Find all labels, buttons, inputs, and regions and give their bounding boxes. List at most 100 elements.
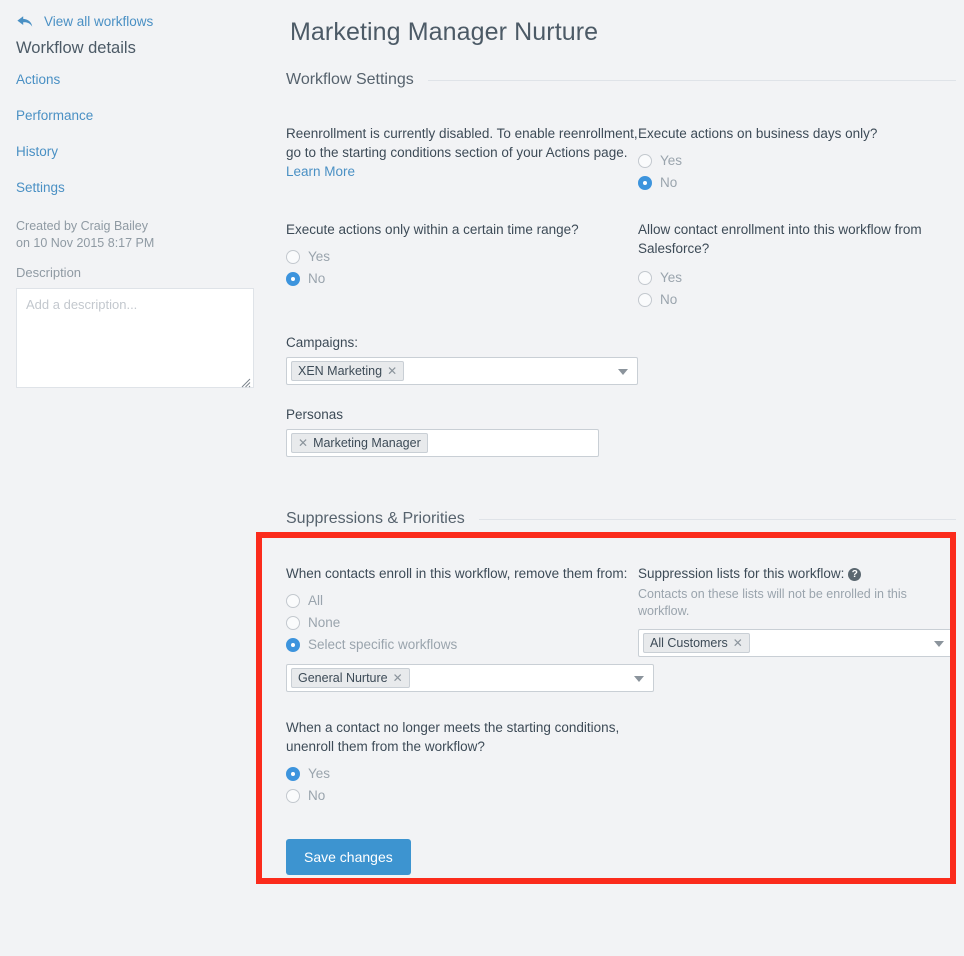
settings-row-1: Reenrollment is currently disabled. To e… (268, 124, 964, 194)
unenroll-option-yes[interactable]: Yes (286, 763, 638, 785)
chevron-down-icon (934, 641, 944, 647)
remove-from-specific-label: Select specific workflows (308, 637, 458, 652)
specific-workflows-select[interactable]: General Nurture ✕ (286, 664, 654, 692)
personas-row: Personas ✕ Marketing Manager (268, 407, 964, 457)
radio-icon-selected[interactable] (286, 272, 300, 286)
business-days-block: Execute actions on business days only? Y… (638, 124, 954, 194)
reenrollment-text: Reenrollment is currently disabled. To e… (286, 124, 638, 181)
radio-icon[interactable] (638, 293, 652, 307)
salesforce-radio-group: Yes No (638, 267, 954, 311)
remove-from-radio-group: All None Select specific workflows (286, 590, 638, 656)
save-changes-button[interactable]: Save changes (286, 839, 411, 875)
suppression-list-token[interactable]: All Customers ✕ (643, 633, 750, 653)
business-days-yes-label: Yes (660, 153, 683, 168)
footer-actions: Save changes (268, 839, 964, 875)
reenrollment-block: Reenrollment is currently disabled. To e… (286, 124, 638, 194)
settings-row-2: Execute actions only within a certain ti… (268, 220, 964, 311)
business-days-option-yes[interactable]: Yes (638, 150, 954, 172)
time-range-option-no[interactable]: No (286, 268, 638, 290)
chevron-down-icon (634, 676, 644, 682)
unenroll-block: When a contact no longer meets the start… (286, 718, 638, 807)
radio-icon-selected[interactable] (286, 638, 300, 652)
campaigns-token[interactable]: XEN Marketing ✕ (291, 361, 405, 381)
radio-icon-selected[interactable] (286, 767, 300, 781)
salesforce-question: Allow contact enrollment into this workf… (638, 222, 922, 256)
suppressions-title: Suppressions & Priorities (286, 510, 465, 527)
unenroll-row: When a contact no longer meets the start… (268, 718, 964, 807)
campaigns-row: Campaigns: XEN Marketing ✕ (268, 335, 964, 385)
remove-from-none-label: None (308, 615, 341, 630)
description-input[interactable] (17, 289, 253, 387)
unenroll-radio-group: Yes No (286, 763, 638, 807)
time-range-radio-group: Yes No (286, 246, 638, 290)
sidebar-item-actions[interactable]: Actions (16, 72, 268, 88)
personas-token[interactable]: ✕ Marketing Manager (291, 433, 428, 453)
chevron-down-icon (618, 369, 628, 375)
personas-select[interactable]: ✕ Marketing Manager (286, 429, 599, 457)
personas-block: Personas ✕ Marketing Manager (286, 407, 599, 457)
description-label: Description (16, 265, 82, 280)
time-range-option-yes[interactable]: Yes (286, 246, 638, 268)
suppressions-row: When contacts enroll in this workflow, r… (268, 564, 964, 692)
business-days-option-no[interactable]: No (638, 172, 954, 194)
business-days-question: Execute actions on business days only? (638, 126, 878, 141)
suppression-lists-select[interactable]: All Customers ✕ (638, 629, 954, 657)
description-field-wrapper (16, 288, 254, 388)
radio-icon-selected[interactable] (638, 176, 652, 190)
learn-more-link[interactable]: Learn More (286, 164, 355, 179)
salesforce-option-yes[interactable]: Yes (638, 267, 954, 289)
campaigns-label: Campaigns: (286, 335, 359, 350)
sidebar-item-history[interactable]: History (16, 144, 268, 160)
section-divider (478, 518, 956, 520)
remove-from-option-all[interactable]: All (286, 590, 638, 612)
sidebar-item-settings[interactable]: Settings (16, 180, 268, 196)
unenroll-no-label: No (308, 788, 326, 803)
radio-icon[interactable] (286, 594, 300, 608)
view-all-workflows-link[interactable]: View all workflows (0, 0, 268, 30)
salesforce-yes-label: Yes (660, 270, 683, 285)
back-arrow-icon (16, 15, 34, 29)
page-title: Marketing Manager Nurture (290, 18, 599, 46)
suppression-lists-label-row: Suppression lists for this workflow:? (638, 564, 954, 583)
specific-workflow-token[interactable]: General Nurture ✕ (291, 668, 410, 688)
workflow-settings-page: View all workflows Workflow details Acti… (0, 0, 964, 956)
remove-token-icon[interactable]: ✕ (387, 365, 397, 377)
workflow-settings-section-header: Workflow Settings (268, 71, 964, 89)
section-divider (427, 79, 956, 81)
remove-token-icon[interactable]: ✕ (393, 672, 403, 684)
personas-label: Personas (286, 407, 344, 422)
radio-icon[interactable] (638, 154, 652, 168)
unenroll-option-no[interactable]: No (286, 785, 638, 807)
remove-token-icon[interactable]: ✕ (733, 637, 743, 649)
remove-from-option-specific[interactable]: Select specific workflows (286, 634, 638, 656)
salesforce-option-no[interactable]: No (638, 289, 954, 311)
created-by-line-1: Created by Craig Bailey (16, 219, 149, 233)
personas-token-label: Marketing Manager (313, 436, 421, 450)
reenrollment-description: Reenrollment is currently disabled. To e… (286, 126, 638, 160)
remove-from-option-none[interactable]: None (286, 612, 638, 634)
radio-icon[interactable] (286, 250, 300, 264)
help-icon[interactable]: ? (848, 568, 862, 581)
sidebar-item-performance[interactable]: Performance (16, 108, 268, 124)
view-all-workflows-label: View all workflows (44, 14, 154, 29)
remove-token-icon[interactable]: ✕ (298, 437, 308, 449)
salesforce-no-label: No (660, 292, 678, 307)
unenroll-yes-label: Yes (308, 766, 331, 781)
radio-icon[interactable] (286, 789, 300, 803)
campaigns-block: Campaigns: XEN Marketing ✕ (286, 335, 638, 385)
unenroll-question: When a contact no longer meets the start… (286, 720, 620, 754)
campaigns-select[interactable]: XEN Marketing ✕ (286, 357, 638, 385)
time-range-no-label: No (308, 271, 326, 286)
suppressions-section-header: Suppressions & Priorities (268, 510, 964, 528)
suppression-lists-block: Suppression lists for this workflow:? Co… (638, 564, 954, 692)
business-days-radio-group: Yes No (638, 150, 954, 194)
campaigns-token-label: XEN Marketing (298, 364, 383, 378)
remove-from-question: When contacts enroll in this workflow, r… (286, 566, 628, 581)
salesforce-block: Allow contact enrollment into this workf… (638, 220, 954, 311)
workflow-settings-title: Workflow Settings (286, 71, 414, 88)
radio-icon[interactable] (638, 271, 652, 285)
suppression-lists-label: Suppression lists for this workflow: (638, 566, 845, 581)
created-by-info: Created by Craig Bailey on 10 Nov 2015 8… (0, 216, 268, 251)
suppression-lists-note: Contacts on these lists will not be enro… (638, 587, 907, 618)
radio-icon[interactable] (286, 616, 300, 630)
